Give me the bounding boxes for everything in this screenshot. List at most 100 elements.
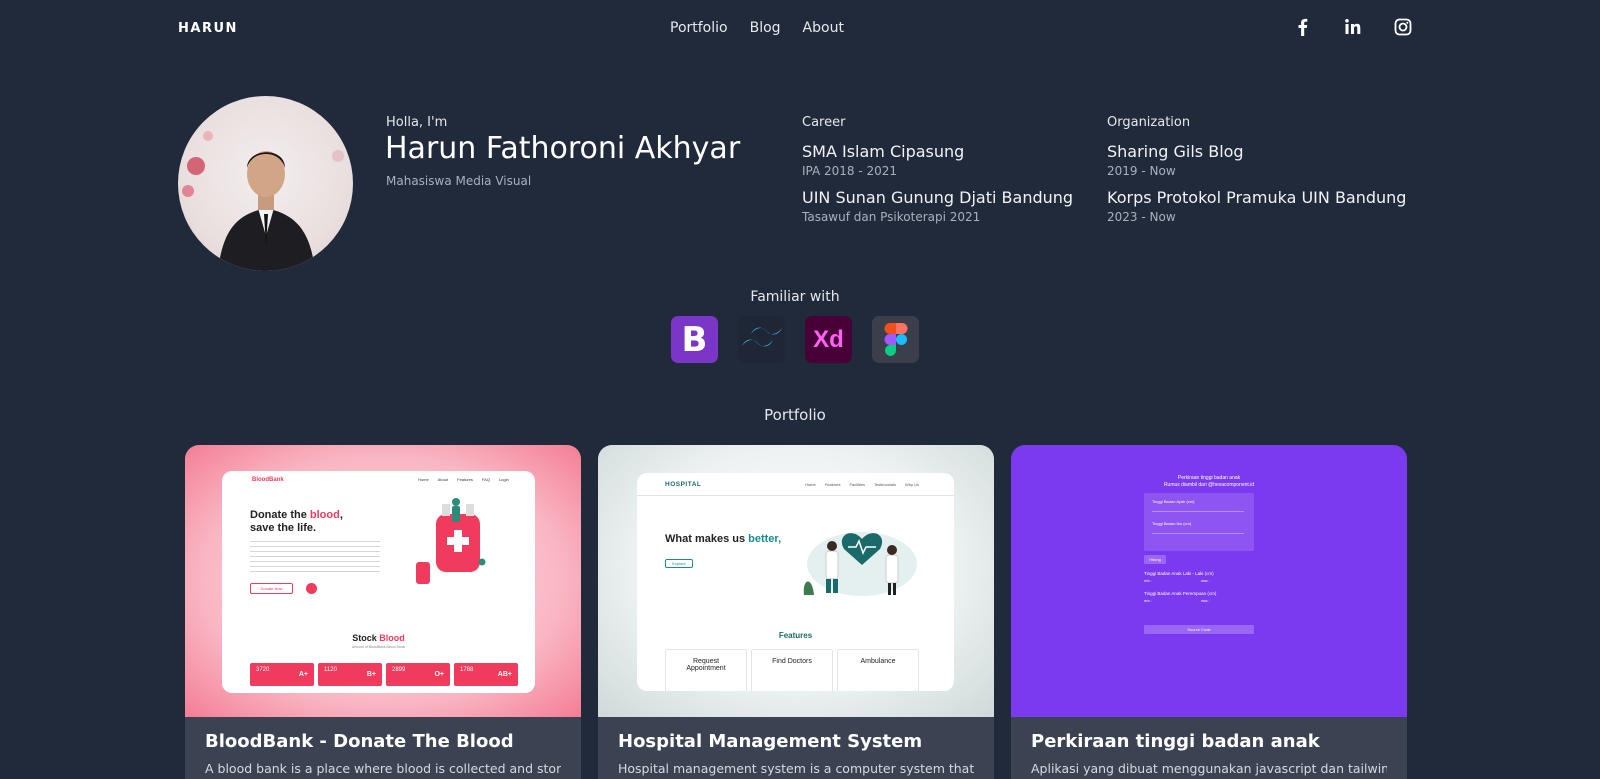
adobe-xd-glyph: Xd bbox=[813, 325, 844, 353]
doctors-illustration bbox=[803, 532, 917, 596]
card-description: Hospital management system is a computer… bbox=[618, 761, 974, 776]
preview-explore-button: Explore bbox=[665, 559, 693, 568]
preview-menu: Home About Features FAQ Login bbox=[418, 477, 509, 482]
adobe-xd-icon: Xd bbox=[805, 316, 852, 363]
profile-role: Mahasiswa Media Visual bbox=[386, 174, 532, 188]
headline-part: Donate the bbox=[250, 509, 310, 521]
facebook-icon[interactable] bbox=[1294, 18, 1312, 36]
career-item: SMA Islam Cipasung IPA 2018 - 2021 bbox=[802, 142, 1073, 178]
preview-menu-item: FAQ bbox=[481, 477, 490, 482]
preview-menu-item: Testimonials bbox=[874, 482, 897, 487]
organization-item: Sharing Gils Blog 2019 - Now bbox=[1107, 142, 1406, 178]
card-title[interactable]: Hospital Management System bbox=[618, 731, 922, 752]
feature-title: Find Doctors bbox=[772, 658, 812, 665]
organization-item: Korps Protokol Pramuka UIN Bandung 2023 … bbox=[1107, 188, 1406, 224]
instagram-icon[interactable] bbox=[1394, 18, 1412, 36]
preview-menu-item: Features bbox=[824, 482, 841, 487]
card-title[interactable]: Perkiraan tinggi badan anak bbox=[1031, 731, 1320, 752]
nav-link-about[interactable]: About bbox=[803, 20, 844, 36]
feature-title: Ambulance bbox=[860, 658, 896, 665]
profile-name: Harun Fathoroni Akhyar bbox=[385, 131, 741, 166]
stock-type: O+ bbox=[434, 671, 444, 678]
preview-form-box: Tinggi Badan Ayah (cm) Tinggi Badan Ibu … bbox=[1144, 493, 1254, 551]
form-label: Tinggi Badan Ibu (cm) bbox=[1152, 521, 1192, 526]
preview-brand: BloodBank bbox=[252, 477, 284, 483]
card-thumbnail: BloodBank Home About Features FAQ Login … bbox=[185, 445, 581, 717]
preview-donate-button: Donate Now bbox=[250, 583, 293, 594]
stock-tile: 1788 AB+ bbox=[454, 663, 518, 686]
hospital-preview: HOSPITAL Home Features Facilities Testim… bbox=[637, 473, 954, 691]
preview-stock-sub: Amount of BloodBank Blood Stock bbox=[351, 645, 406, 649]
preview-max-label: max : bbox=[1201, 599, 1210, 603]
organization-item-sub: 2019 - Now bbox=[1107, 164, 1176, 178]
nav-link-blog[interactable]: Blog bbox=[750, 20, 781, 36]
nav-links: Portfolio Blog About bbox=[670, 20, 844, 36]
social-links bbox=[1294, 18, 1412, 36]
preview-min-label: min : bbox=[1144, 579, 1152, 583]
preview-stock-row: 3720 A+ 1120 B+ 2899 O+ 1788 AB+ bbox=[250, 663, 518, 686]
preview-paragraph bbox=[250, 541, 380, 575]
preview-menu-item: Why Us bbox=[905, 482, 920, 487]
stock-tile: 2899 O+ bbox=[386, 663, 450, 686]
organization-item-sub: 2023 - Now bbox=[1107, 210, 1176, 224]
preview-menu: Home Features Facilities Testimonials Wh… bbox=[805, 482, 919, 487]
card-thumbnail: Perkiraan tinggi badan anak Rumus diambi… bbox=[1011, 445, 1407, 717]
bootstrap-icon: B bbox=[671, 316, 718, 363]
stock-title-part: Stock bbox=[352, 633, 380, 643]
nav-link-portfolio[interactable]: Portfolio bbox=[670, 20, 728, 36]
stock-value: 1788 bbox=[460, 667, 474, 673]
portfolio-card-tinggi-badan[interactable]: Perkiraan tinggi badan anak Rumus diambi… bbox=[1011, 445, 1407, 779]
preview-headline: What makes us better, bbox=[665, 533, 781, 545]
portfolio-card-hospital[interactable]: HOSPITAL Home Features Facilities Testim… bbox=[598, 445, 994, 779]
career-item-title: SMA Islam Cipasung bbox=[802, 142, 965, 161]
card-description: Aplikasi yang dibuat menggunakan javascr… bbox=[1031, 761, 1387, 776]
linkedin-icon[interactable] bbox=[1344, 18, 1362, 36]
stock-value: 2899 bbox=[392, 667, 406, 673]
bootstrap-glyph: B bbox=[681, 319, 708, 360]
card-description: A blood bank is a place where blood is c… bbox=[205, 761, 561, 776]
preview-hitung-button: Hitung bbox=[1144, 555, 1166, 564]
form-line bbox=[1152, 533, 1244, 534]
stock-tile: 3720 A+ bbox=[250, 663, 314, 686]
feature-box: Request Appointment bbox=[665, 649, 747, 691]
feature-box: Ambulance bbox=[837, 649, 919, 691]
stock-title-accent: Blood bbox=[379, 633, 405, 643]
tool-icons: B Xd bbox=[671, 316, 919, 363]
career-item: UIN Sunan Gunung Djati Bandung Tasawuf d… bbox=[802, 188, 1073, 224]
stock-type: AB+ bbox=[497, 671, 512, 678]
preview-menu-item: Login bbox=[498, 477, 509, 482]
stock-value: 3720 bbox=[256, 667, 270, 673]
preview-sub: Rumus diambil dari @hexacomponent.id bbox=[1163, 482, 1255, 488]
preview-menu-item: Home bbox=[418, 477, 429, 482]
headline-part: save the life. bbox=[250, 522, 317, 534]
preview-features-row: Request Appointment Find Doctors Ambulan… bbox=[665, 649, 919, 691]
brand-logo[interactable]: HARUN bbox=[178, 21, 238, 36]
top-navbar: HARUN Portfolio Blog About bbox=[0, 0, 1600, 60]
portfolio-card-bloodbank[interactable]: BloodBank Home About Features FAQ Login … bbox=[185, 445, 581, 779]
preview-min-label: min : bbox=[1144, 599, 1152, 603]
portfolio-heading: Portfolio bbox=[764, 406, 826, 424]
stock-type: A+ bbox=[298, 671, 308, 678]
organization-item-title: Sharing Gils Blog bbox=[1107, 142, 1244, 161]
organization-section: Organization Sharing Gils Blog 2019 - No… bbox=[1107, 115, 1406, 234]
stock-type: B+ bbox=[366, 671, 376, 678]
stock-tile: 1120 B+ bbox=[318, 663, 382, 686]
career-heading: Career bbox=[802, 115, 846, 130]
preview-features-title: Features bbox=[778, 631, 813, 640]
preview-headline: Donate the blood, save the life. bbox=[250, 509, 343, 534]
preview-stock-title: Stock Blood bbox=[222, 633, 535, 643]
card-title[interactable]: BloodBank - Donate The Blood bbox=[205, 731, 514, 752]
preview-result-label: Tinggi Badan Anak Laki - Laki (cm) bbox=[1144, 571, 1214, 576]
headline-part: What makes us bbox=[665, 533, 749, 545]
stock-value: 1120 bbox=[324, 667, 337, 673]
preview-play-icon bbox=[306, 583, 317, 594]
preview-max-label: max : bbox=[1201, 579, 1210, 583]
organization-item-title: Korps Protokol Pramuka UIN Bandung bbox=[1107, 188, 1407, 207]
tinggi-preview: Perkiraan tinggi badan anak Rumus diambi… bbox=[1011, 445, 1407, 717]
headline-accent: better, bbox=[748, 533, 782, 545]
career-item-sub: Tasawuf dan Psikoterapi 2021 bbox=[802, 210, 981, 224]
preview-menu-item: Home bbox=[805, 482, 816, 487]
greeting-text: Holla, I'm bbox=[386, 115, 448, 130]
preview-divider bbox=[637, 495, 954, 496]
profile-avatar bbox=[178, 96, 353, 271]
